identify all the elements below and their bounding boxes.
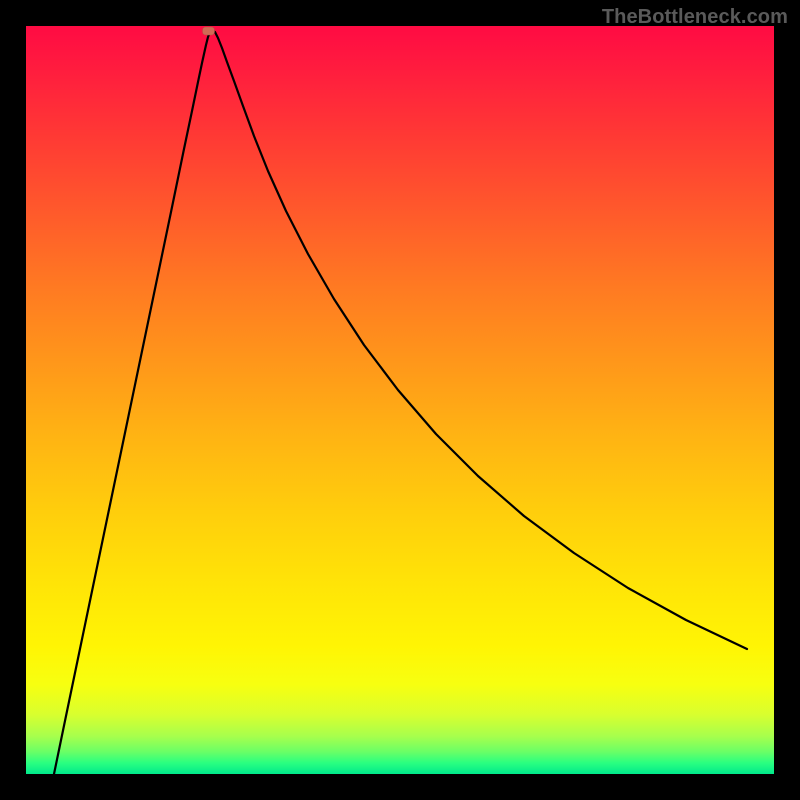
min-marker (203, 27, 215, 35)
curve-svg (26, 26, 774, 774)
chart-frame: TheBottleneck.com (0, 0, 800, 800)
plot-area (26, 26, 774, 774)
watermark-text: TheBottleneck.com (602, 6, 788, 29)
bottleneck-curve (54, 30, 747, 774)
